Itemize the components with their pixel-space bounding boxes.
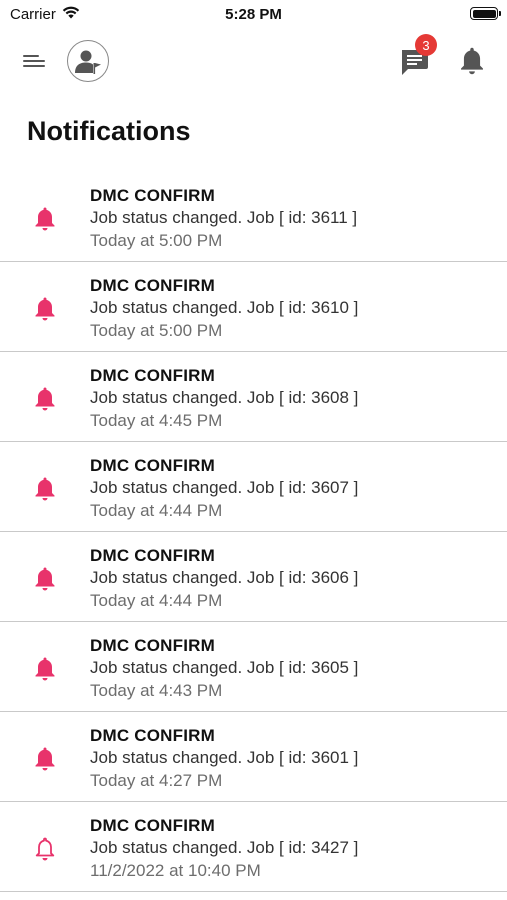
notification-item[interactable]: DMC CONFIRM Job status changed. Job [ id… [0, 712, 507, 802]
notification-message: Job status changed. Job [ id: 3607 ] [90, 478, 359, 497]
notification-time: Today at 4:45 PM [90, 411, 223, 430]
notification-item[interactable]: DMC CONFIRM Job status changed. Job [ id… [0, 802, 507, 892]
top-nav-bar: 3 [0, 34, 507, 88]
notifications-list: DMC CONFIRM Job status changed. Job [ id… [0, 172, 507, 892]
notification-time: 11/2/2022 at 10:40 PM [90, 861, 261, 880]
notification-item[interactable]: DMC CONFIRM Job status changed. Job [ id… [0, 622, 507, 712]
bell-outline-icon [33, 836, 57, 862]
clock-label: 5:28 PM [225, 6, 282, 23]
notification-item[interactable]: DMC CONFIRM Job status changed. Job [ id… [0, 532, 507, 622]
notification-title: DMC CONFIRM [90, 636, 215, 655]
notification-title: DMC CONFIRM [90, 186, 215, 205]
notification-title: DMC CONFIRM [90, 366, 215, 385]
notification-message: Job status changed. Job [ id: 3601 ] [90, 748, 359, 767]
bell-filled-icon [33, 566, 57, 592]
notification-item[interactable]: DMC CONFIRM Job status changed. Job [ id… [0, 262, 507, 352]
bell-filled-icon [33, 386, 57, 412]
notification-item[interactable]: DMC CONFIRM Job status changed. Job [ id… [0, 442, 507, 532]
bell-filled-icon [33, 746, 57, 772]
chat-badge: 3 [415, 34, 437, 56]
notification-message: Job status changed. Job [ id: 3608 ] [90, 388, 359, 407]
notification-item[interactable]: DMC CONFIRM Job status changed. Job [ id… [0, 352, 507, 442]
notification-message: Job status changed. Job [ id: 3605 ] [90, 658, 359, 677]
notification-time: Today at 5:00 PM [90, 321, 223, 340]
status-bar: Carrier 5:28 PM [0, 0, 507, 28]
notification-time: Today at 4:44 PM [90, 501, 223, 520]
notification-title: DMC CONFIRM [90, 816, 215, 835]
notification-message: Job status changed. Job [ id: 3610 ] [90, 298, 359, 317]
notification-bell-icon[interactable] [458, 46, 486, 76]
notification-message: Job status changed. Job [ id: 3606 ] [90, 568, 359, 587]
battery-icon [470, 7, 501, 20]
menu-icon[interactable] [22, 48, 48, 74]
notification-message: Job status changed. Job [ id: 3611 ] [90, 208, 358, 227]
notification-title: DMC CONFIRM [90, 456, 215, 475]
notification-time: Today at 4:44 PM [90, 591, 223, 610]
notification-title: DMC CONFIRM [90, 726, 215, 745]
notification-item[interactable]: DMC CONFIRM Job status changed. Job [ id… [0, 172, 507, 262]
notification-time: Today at 4:43 PM [90, 681, 223, 700]
bell-filled-icon [33, 476, 57, 502]
page-title: Notifications [27, 116, 191, 146]
bell-filled-icon [33, 296, 57, 322]
notification-time: Today at 5:00 PM [90, 231, 223, 250]
bell-filled-icon [33, 656, 57, 682]
notification-time: Today at 4:27 PM [90, 771, 223, 790]
user-flag-icon [75, 50, 101, 74]
notification-title: DMC CONFIRM [90, 546, 215, 565]
notification-title: DMC CONFIRM [90, 276, 215, 295]
bell-filled-icon [33, 206, 57, 232]
notification-message: Job status changed. Job [ id: 3427 ] [90, 838, 359, 857]
avatar[interactable] [67, 40, 109, 82]
